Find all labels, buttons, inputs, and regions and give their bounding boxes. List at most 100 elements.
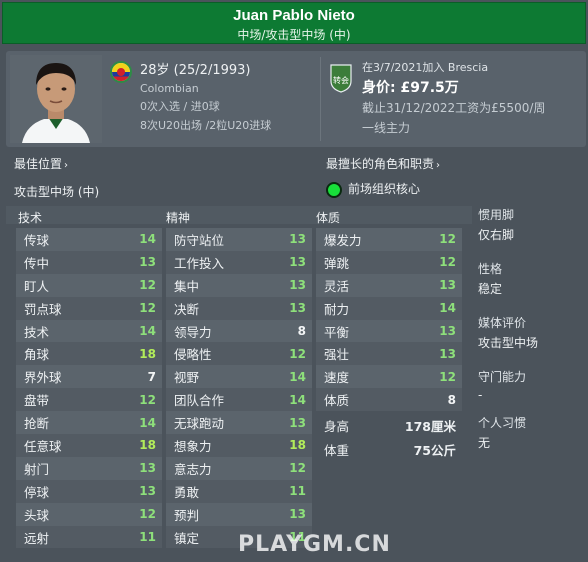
habits-value: 无 [478, 436, 491, 450]
contract-info: 在3/7/2021加入 Brescia 身价: £97.5万 截止31/12/2… [362, 59, 545, 136]
chevron-right-icon: › [64, 160, 69, 171]
attribute-row[interactable]: 速度 12 [316, 365, 462, 389]
attribute-row[interactable]: 侵略性 12 [166, 342, 312, 366]
habits-label: 个人习惯 [478, 416, 527, 430]
attribute-row[interactable]: 平衡 13 [316, 319, 462, 343]
attribute-row[interactable]: 技术 14 [16, 319, 162, 343]
attribute-row[interactable]: 领导力 8 [166, 319, 312, 343]
attribute-value: 14 [289, 369, 306, 384]
attribute-value: 14 [439, 301, 456, 316]
attribute-value: 12 [289, 346, 306, 361]
attribute-value: 11 [289, 484, 306, 499]
attribute-row[interactable]: 无球跑动 13 [166, 411, 312, 435]
attribute-row[interactable]: 界外球 7 [16, 365, 162, 389]
attribute-row[interactable]: 集中 13 [166, 273, 312, 297]
attribute-row[interactable]: 意志力 12 [166, 456, 312, 480]
height-value: 178厘米 [404, 419, 456, 434]
attribute-row[interactable]: 传球 14 [16, 228, 162, 251]
best-role-value-row[interactable]: 前场组织核心 [326, 180, 440, 198]
attribute-row[interactable]: 弹跳 12 [316, 250, 462, 274]
best-role-value: 前场组织核心 [348, 182, 421, 196]
attribute-row[interactable]: 远射 11 [16, 525, 162, 549]
attribute-row[interactable]: 头球 12 [16, 502, 162, 526]
physical-header: 体质 [316, 211, 341, 225]
player-header: Juan Pablo Nieto 中场/攻击型中场 (中) [2, 2, 586, 44]
attribute-name: 传中 [24, 255, 50, 271]
personality-label: 性格 [478, 262, 503, 276]
attribute-row[interactable]: 抢断 14 [16, 411, 162, 435]
height-row: 身高 178厘米 [316, 416, 462, 435]
joined-date: 在3/7/2021加入 Brescia [362, 61, 489, 74]
attribute-row[interactable]: 传中 13 [16, 250, 162, 274]
attribute-value: 11 [139, 530, 156, 545]
best-position-link[interactable]: 最佳位置 › [14, 155, 99, 172]
attribute-value: 13 [289, 255, 306, 270]
attribute-value: 13 [439, 346, 456, 361]
attribute-name: 决断 [174, 301, 200, 317]
attribute-row[interactable]: 体质 8 [316, 388, 462, 412]
attribute-row[interactable]: 勇敢 11 [166, 479, 312, 503]
attribute-row[interactable]: 盯人 12 [16, 273, 162, 297]
attribute-row[interactable]: 爆发力 12 [316, 228, 462, 251]
attribute-row[interactable]: 团队合作 14 [166, 388, 312, 412]
attribute-value: 12 [439, 255, 456, 270]
player-position: 中场/攻击型中场 (中) [237, 28, 351, 42]
attributes-header-strip [6, 206, 472, 224]
attribute-value: 12 [139, 392, 156, 407]
attribute-row[interactable]: 角球 18 [16, 342, 162, 366]
attribute-row[interactable]: 防守站位 13 [166, 228, 312, 251]
attribute-row[interactable]: 射门 13 [16, 456, 162, 480]
preferred-foot-value: 仅右脚 [478, 228, 515, 242]
player-name: Juan Pablo Nieto [233, 7, 355, 24]
attribute-value: 13 [139, 484, 156, 499]
attribute-name: 意志力 [174, 461, 212, 477]
attribute-row[interactable]: 罚点球 12 [16, 296, 162, 320]
attribute-name: 盯人 [24, 278, 50, 294]
squad-status: 一线主力 [362, 121, 411, 135]
transfer-badge-icon[interactable]: 转会 [328, 63, 354, 93]
attribute-row[interactable]: 灵活 13 [316, 273, 462, 297]
attribute-value: 13 [289, 278, 306, 293]
profile-divider [320, 57, 321, 141]
attribute-name: 想象力 [174, 438, 212, 454]
attribute-value: 14 [139, 232, 156, 247]
best-position-section: 最佳位置 › 攻击型中场 (中) [14, 155, 99, 200]
technical-header: 技术 [18, 211, 43, 225]
side-info: 惯用脚 仅右脚 性格 稳定 媒体评价 攻击型中场 守门能力 - 个人习惯 无 [478, 206, 586, 451]
attribute-name: 领导力 [174, 324, 212, 340]
attribute-name: 视野 [174, 370, 200, 386]
attribute-row[interactable]: 想象力 18 [166, 434, 312, 457]
attribute-name: 罚点球 [24, 301, 62, 317]
attribute-value: 12 [139, 507, 156, 522]
attribute-row[interactable]: 视野 14 [166, 365, 312, 389]
player-nationality[interactable]: Colombian [140, 82, 271, 95]
attribute-name: 体质 [324, 393, 350, 409]
attribute-value: 12 [439, 369, 456, 384]
player-u20: 8次U20出场 /2粒U20进球 [140, 119, 272, 132]
attribute-row[interactable]: 强壮 13 [316, 342, 462, 366]
attribute-value: 13 [289, 507, 306, 522]
attribute-row[interactable]: 任意球 18 [16, 434, 162, 457]
colombia-flag-icon[interactable] [110, 61, 132, 83]
attribute-row[interactable]: 停球 13 [16, 479, 162, 503]
player-photo[interactable] [10, 55, 102, 143]
mental-header: 精神 [166, 211, 191, 225]
attribute-name: 头球 [24, 507, 50, 523]
attribute-name: 耐力 [324, 301, 350, 317]
attribute-name: 远射 [24, 530, 50, 546]
attribute-row[interactable]: 耐力 14 [316, 296, 462, 320]
personality-value: 稳定 [478, 282, 503, 296]
attribute-value: 13 [139, 461, 156, 476]
attribute-row[interactable]: 工作投入 13 [166, 250, 312, 274]
attribute-name: 勇敢 [174, 484, 200, 500]
attribute-row[interactable]: 盘带 12 [16, 388, 162, 412]
attribute-row[interactable]: 预判 13 [166, 502, 312, 526]
attribute-row[interactable]: 决断 13 [166, 296, 312, 320]
attribute-name: 界外球 [24, 370, 62, 386]
best-role-link[interactable]: 最擅长的角色和职责 › [326, 155, 440, 172]
attribute-value: 18 [139, 346, 156, 361]
attribute-name: 预判 [174, 507, 200, 523]
attribute-name: 爆发力 [324, 232, 362, 248]
transfer-badge-label: 转会 [333, 75, 349, 85]
attribute-name: 速度 [324, 370, 350, 386]
